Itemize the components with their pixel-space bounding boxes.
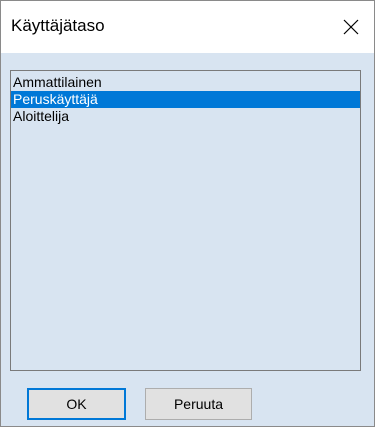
dialog-title: Käyttäjätaso bbox=[11, 16, 105, 35]
title-bar: Käyttäjätaso bbox=[1, 1, 374, 53]
close-icon bbox=[343, 19, 359, 35]
user-level-dialog: Käyttäjätaso Ammattilainen Peruskäyttäjä… bbox=[0, 0, 375, 427]
close-button[interactable] bbox=[328, 1, 374, 53]
cancel-button[interactable]: Peruuta bbox=[145, 388, 252, 420]
list-item-aloittelija[interactable]: Aloittelija bbox=[11, 108, 360, 125]
list-item-peruskayttaja[interactable]: Peruskäyttäjä bbox=[11, 91, 360, 108]
user-level-listbox[interactable]: Ammattilainen Peruskäyttäjä Aloittelija bbox=[10, 70, 361, 371]
list-item-ammattilainen[interactable]: Ammattilainen bbox=[11, 74, 360, 91]
ok-button[interactable]: OK bbox=[27, 388, 126, 420]
